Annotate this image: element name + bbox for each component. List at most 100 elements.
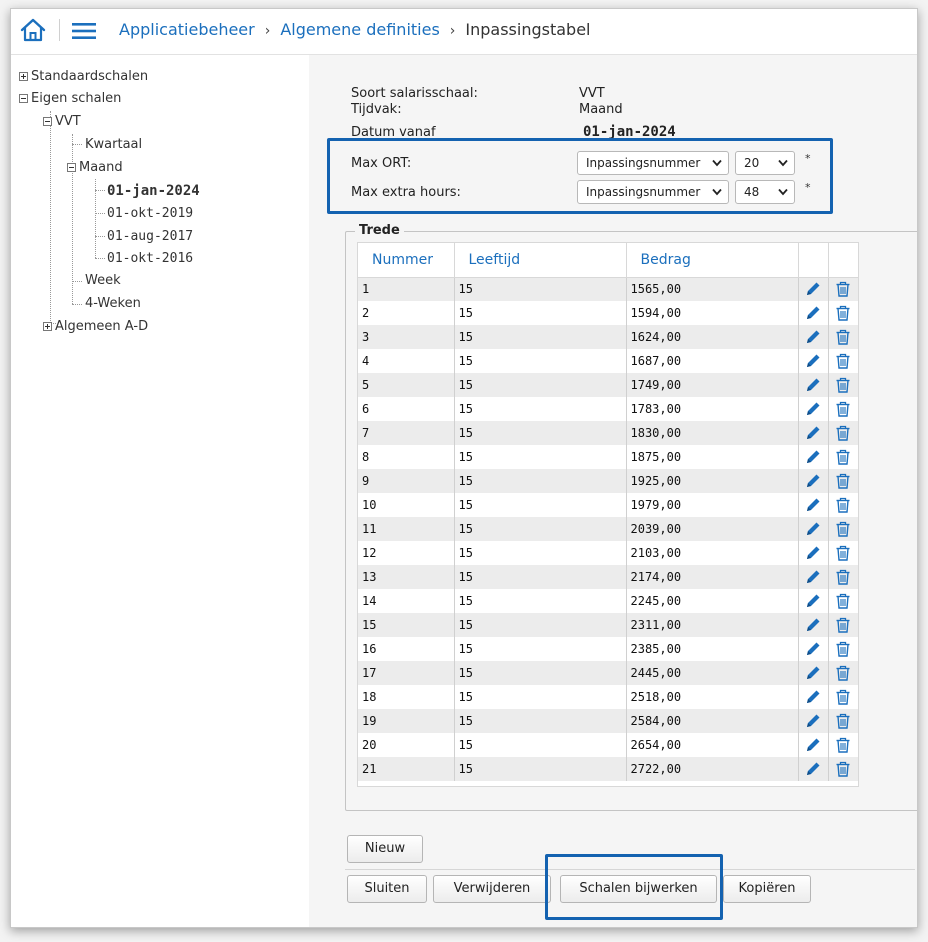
table-row[interactable]: 21 15 2722,00: [358, 757, 858, 781]
trash-icon[interactable]: [834, 640, 852, 658]
table-row[interactable]: 16 15 2385,00: [358, 637, 858, 661]
trash-icon[interactable]: [834, 688, 852, 706]
trash-icon[interactable]: [834, 664, 852, 682]
trash-icon[interactable]: [834, 544, 852, 562]
home-icon[interactable]: [19, 17, 47, 43]
verwijderen-button[interactable]: Verwijderen: [433, 875, 551, 903]
pencil-icon[interactable]: [804, 496, 822, 514]
trash-icon[interactable]: [834, 520, 852, 538]
table-row[interactable]: 20 15 2654,00: [358, 733, 858, 757]
sluiten-button[interactable]: Sluiten: [347, 875, 427, 903]
pencil-icon[interactable]: [804, 400, 822, 418]
tree-item-label: Kwartaal: [85, 137, 143, 152]
table-row[interactable]: 4 15 1687,00: [358, 349, 858, 373]
pencil-icon[interactable]: [804, 544, 822, 562]
table-row[interactable]: 15 15 2311,00: [358, 613, 858, 637]
trash-icon[interactable]: [834, 592, 852, 610]
table-row[interactable]: 10 15 1979,00: [358, 493, 858, 517]
table-row[interactable]: 17 15 2445,00: [358, 661, 858, 685]
trash-icon[interactable]: [834, 496, 852, 514]
table-row[interactable]: 11 15 2039,00: [358, 517, 858, 541]
breadcrumb-algemene-definities[interactable]: Algemene definities: [280, 20, 439, 39]
column-header-leeftijd[interactable]: Leeftijd: [454, 243, 627, 278]
pencil-icon[interactable]: [804, 280, 822, 298]
table-row[interactable]: 9 15 1925,00: [358, 469, 858, 493]
max-extra-hours-type-select[interactable]: Inpassingsnummer: [577, 180, 729, 204]
trash-icon[interactable]: [834, 616, 852, 634]
table-row[interactable]: 7 15 1830,00: [358, 421, 858, 445]
pencil-icon[interactable]: [804, 664, 822, 682]
tree-item-standaardschalen[interactable]: Standaardschalen: [19, 67, 148, 87]
kopieren-button[interactable]: Kopiëren: [723, 875, 811, 903]
column-header-nummer[interactable]: Nummer: [358, 243, 455, 278]
trash-icon[interactable]: [834, 448, 852, 466]
pencil-icon[interactable]: [804, 616, 822, 634]
table-row[interactable]: 5 15 1749,00: [358, 373, 858, 397]
tree-item-date-selected[interactable]: 01-jan-2024: [107, 181, 200, 201]
table-row[interactable]: 6 15 1783,00: [358, 397, 858, 421]
cell-nummer: 17: [358, 661, 455, 685]
table-row[interactable]: 14 15 2245,00: [358, 589, 858, 613]
expand-icon[interactable]: [43, 322, 52, 331]
pencil-icon[interactable]: [804, 376, 822, 394]
trash-icon[interactable]: [834, 376, 852, 394]
breadcrumb-applicatiebeheer[interactable]: Applicatiebeheer: [119, 20, 255, 39]
trash-icon[interactable]: [834, 304, 852, 322]
tree-item-date[interactable]: 01-okt-2016: [107, 249, 193, 269]
tree-item-label: Maand: [79, 160, 123, 175]
pencil-icon[interactable]: [804, 568, 822, 586]
trash-icon[interactable]: [834, 472, 852, 490]
table-row[interactable]: 1 15 1565,00: [358, 277, 858, 301]
trash-icon[interactable]: [834, 280, 852, 298]
table-row[interactable]: 19 15 2584,00: [358, 709, 858, 733]
pencil-icon[interactable]: [804, 448, 822, 466]
table-row[interactable]: 2 15 1594,00: [358, 301, 858, 325]
table-row[interactable]: 12 15 2103,00: [358, 541, 858, 565]
pencil-icon[interactable]: [804, 328, 822, 346]
pencil-icon[interactable]: [804, 640, 822, 658]
tree-item-date[interactable]: 01-okt-2019: [107, 204, 193, 224]
table-row[interactable]: 13 15 2174,00: [358, 565, 858, 589]
pencil-icon[interactable]: [804, 520, 822, 538]
cell-delete: [828, 373, 858, 397]
trash-icon[interactable]: [834, 424, 852, 442]
pencil-icon[interactable]: [804, 736, 822, 754]
pencil-icon[interactable]: [804, 472, 822, 490]
max-ort-type-select[interactable]: Inpassingsnummer: [577, 151, 729, 175]
pencil-icon[interactable]: [804, 304, 822, 322]
max-extra-hours-value-select[interactable]: 48: [735, 180, 795, 204]
pencil-icon[interactable]: [804, 352, 822, 370]
pencil-icon[interactable]: [804, 592, 822, 610]
tree-item-maand[interactable]: Maand: [67, 158, 123, 178]
trash-icon[interactable]: [834, 712, 852, 730]
collapse-icon[interactable]: [67, 163, 76, 172]
pencil-icon[interactable]: [804, 712, 822, 730]
max-ort-value-select[interactable]: 20: [735, 151, 795, 175]
trash-icon[interactable]: [834, 328, 852, 346]
table-row[interactable]: 18 15 2518,00: [358, 685, 858, 709]
trash-icon[interactable]: [834, 736, 852, 754]
trash-icon[interactable]: [834, 352, 852, 370]
trash-icon[interactable]: [834, 760, 852, 778]
expand-icon[interactable]: [19, 72, 28, 81]
pencil-icon[interactable]: [804, 688, 822, 706]
pencil-icon[interactable]: [804, 424, 822, 442]
table-row[interactable]: 3 15 1624,00: [358, 325, 858, 349]
tree-item-eigen-schalen[interactable]: Eigen schalen: [19, 89, 121, 109]
tree-item-4-weken[interactable]: 4-Weken: [85, 294, 141, 314]
schalen-bijwerken-button[interactable]: Schalen bijwerken: [560, 875, 717, 903]
pencil-icon[interactable]: [804, 760, 822, 778]
trash-icon[interactable]: [834, 400, 852, 418]
column-header-bedrag[interactable]: Bedrag: [626, 243, 799, 278]
tree-item-algemeen-a-d[interactable]: Algemeen A-D: [43, 317, 148, 337]
nieuw-button[interactable]: Nieuw: [347, 835, 423, 863]
trash-icon[interactable]: [834, 568, 852, 586]
tree-item-week[interactable]: Week: [85, 271, 121, 291]
table-row[interactable]: 8 15 1875,00: [358, 445, 858, 469]
collapse-icon[interactable]: [43, 117, 52, 126]
tree-item-kwartaal[interactable]: Kwartaal: [85, 135, 142, 155]
tree-item-vvt[interactable]: VVT: [43, 112, 81, 132]
collapse-icon[interactable]: [19, 94, 28, 103]
tree-item-date[interactable]: 01-aug-2017: [107, 227, 193, 247]
hamburger-menu-icon[interactable]: [71, 21, 97, 41]
